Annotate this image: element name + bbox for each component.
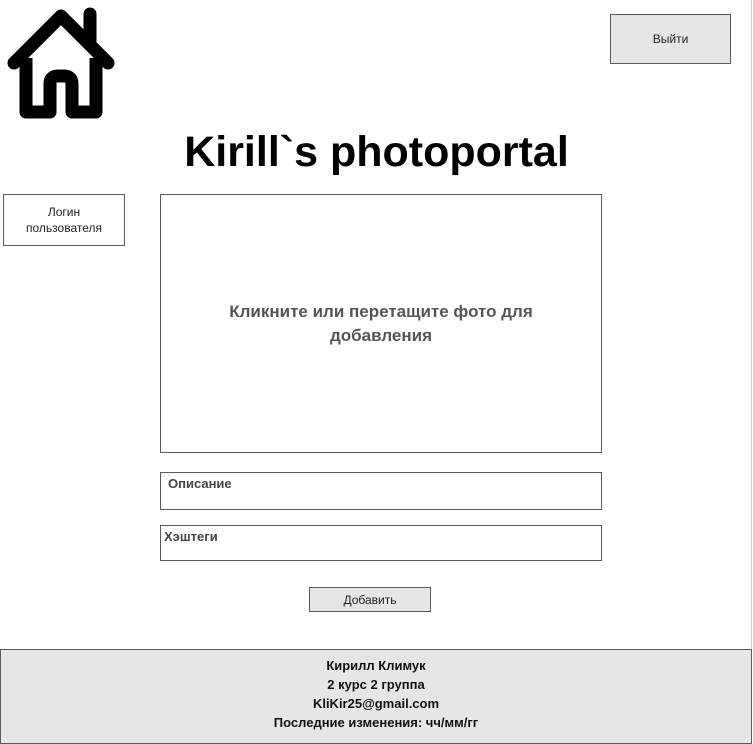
- footer-author: Кирилл Климук: [326, 657, 426, 673]
- user-login-link[interactable]: Логин пользователя: [3, 194, 125, 246]
- logout-button[interactable]: Выйти: [610, 14, 731, 64]
- photo-dropzone[interactable]: Кликните или перетащите фото для добавле…: [160, 194, 602, 453]
- footer-group: 2 курс 2 группа: [327, 676, 425, 692]
- user-login-label: Логин пользователя: [26, 205, 102, 235]
- hashtags-field[interactable]: Хэштеги: [160, 525, 602, 561]
- footer-email: KliKir25@gmail.com: [312, 695, 440, 711]
- add-button[interactable]: Добавить: [309, 587, 431, 612]
- description-label: Описание: [168, 476, 232, 491]
- description-field[interactable]: Описание: [160, 472, 602, 510]
- dropzone-hint: Кликните или перетащите фото для добавле…: [229, 301, 533, 345]
- page-title: Kirill`s photoportal: [0, 124, 753, 180]
- home-icon: [7, 7, 115, 119]
- page-title-text: Kirill`s photoportal: [184, 128, 569, 176]
- page-right-edge: [751, 0, 752, 649]
- home-button[interactable]: [2, 6, 120, 120]
- footer: Кирилл Климук 2 курс 2 группа KliKir25@g…: [0, 649, 752, 744]
- hashtags-label: Хэштеги: [164, 529, 218, 544]
- footer-last-modified: Последние изменения: чч/мм/гг: [273, 714, 479, 730]
